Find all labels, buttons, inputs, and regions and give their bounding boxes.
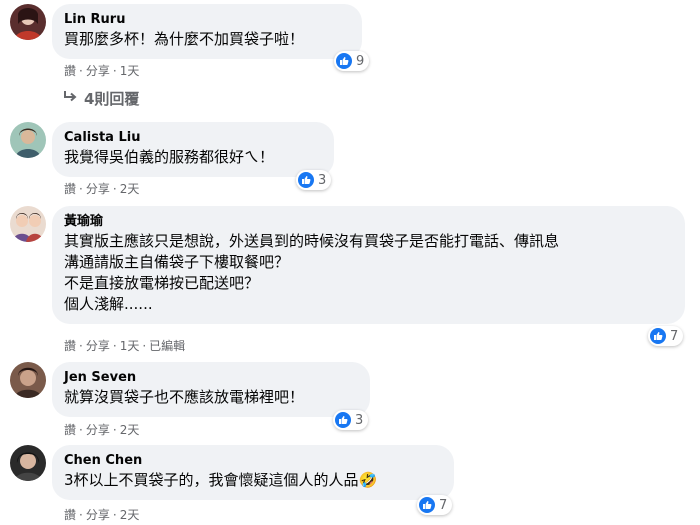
thumbs-up-icon: [298, 172, 314, 188]
comment-author[interactable]: Lin Ruru: [64, 11, 350, 29]
comment-text: 我覺得吳伯義的服務都很好ㄟ！: [64, 148, 275, 166]
timestamp[interactable]: 1天: [120, 338, 140, 354]
timestamp[interactable]: 1天: [120, 63, 140, 79]
comment-author[interactable]: 黃瑜瑜: [64, 213, 673, 231]
share-action[interactable]: 分享: [86, 63, 110, 79]
thumbs-up-icon: [419, 497, 435, 513]
thumbs-up-icon: [335, 412, 351, 428]
share-action[interactable]: 分享: [86, 422, 110, 438]
reaction-badge[interactable]: 7: [417, 495, 453, 515]
reaction-count: 3: [355, 412, 364, 428]
reply-arrow-icon: [62, 90, 78, 108]
comment-actions: 讚 · 分享 · 2天: [64, 507, 140, 523]
reaction-badge[interactable]: 3: [333, 410, 369, 430]
like-action[interactable]: 讚: [64, 63, 76, 79]
share-action[interactable]: 分享: [86, 507, 110, 523]
comment-author[interactable]: Chen Chen: [64, 452, 442, 470]
comment-bubble: Calista Liu 我覺得吳伯義的服務都很好ㄟ！: [52, 122, 334, 177]
avatar[interactable]: [10, 362, 46, 398]
avatar[interactable]: [10, 4, 46, 40]
comment-bubble: 黃瑜瑜 其實版主應該只是想說，外送員到的時候沒有買袋子是否能打電話、傳訊息 溝通…: [52, 206, 685, 324]
reaction-count: 3: [318, 172, 327, 188]
thumbs-up-icon: [336, 53, 352, 69]
comment-actions: 讚 · 分享 · 1天: [64, 63, 140, 79]
share-action[interactable]: 分享: [86, 181, 110, 197]
thumbs-up-icon: [650, 328, 666, 344]
comment-actions: 讚 · 分享 · 2天: [64, 422, 140, 438]
timestamp[interactable]: 2天: [120, 507, 140, 523]
comment-actions: 讚 · 分享 · 1天 · 已編輯: [64, 338, 186, 354]
reaction-count: 7: [670, 328, 679, 344]
replies-label: 4則回覆: [84, 90, 140, 108]
reaction-count: 7: [439, 497, 448, 513]
edited-label[interactable]: 已編輯: [149, 338, 185, 354]
comment-text: 就算沒買袋子也不應該放電梯裡吧！: [64, 388, 305, 406]
reaction-badge[interactable]: 9: [334, 51, 370, 71]
comment-text: 買那麼多杯！為什麼不加買袋子啦！: [64, 30, 305, 48]
comment-actions: 讚 · 分享 · 2天: [64, 181, 140, 197]
comment-bubble: Lin Ruru 買那麼多杯！為什麼不加買袋子啦！: [52, 4, 362, 59]
avatar[interactable]: [10, 206, 46, 242]
like-action[interactable]: 讚: [64, 338, 76, 354]
like-action[interactable]: 讚: [64, 181, 76, 197]
reaction-badge[interactable]: 3: [296, 170, 332, 190]
timestamp[interactable]: 2天: [120, 422, 140, 438]
avatar[interactable]: [10, 445, 46, 481]
comment-text: 其實版主應該只是想說，外送員到的時候沒有買袋子是否能打電話、傳訊息 溝通請版主自…: [64, 232, 560, 313]
avatar[interactable]: [10, 122, 46, 158]
reaction-badge[interactable]: 7: [648, 326, 684, 346]
like-action[interactable]: 讚: [64, 507, 76, 523]
comment-bubble: Jen Seven 就算沒買袋子也不應該放電梯裡吧！: [52, 362, 370, 417]
reaction-count: 9: [356, 53, 365, 69]
comment-bubble: Chen Chen 3杯以上不買袋子的，我會懷疑這個人的人品🤣: [52, 445, 454, 500]
timestamp[interactable]: 2天: [120, 181, 140, 197]
comment-author[interactable]: Jen Seven: [64, 369, 358, 387]
share-action[interactable]: 分享: [86, 338, 110, 354]
comment-author[interactable]: Calista Liu: [64, 129, 322, 147]
like-action[interactable]: 讚: [64, 422, 76, 438]
view-replies-link[interactable]: 4則回覆: [62, 88, 139, 109]
comment-text: 3杯以上不買袋子的，我會懷疑這個人的人品🤣: [64, 471, 378, 489]
